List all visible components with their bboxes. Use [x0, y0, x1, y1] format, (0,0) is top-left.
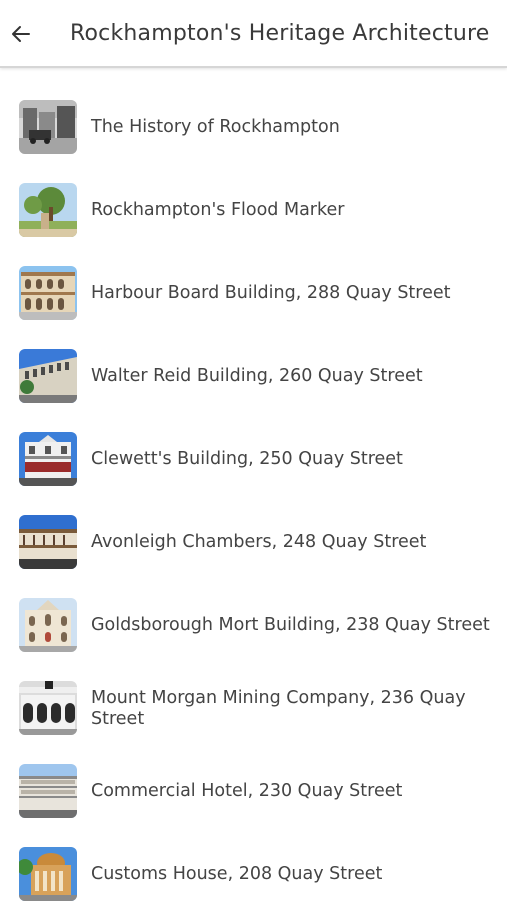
thumbnail-image	[19, 349, 77, 403]
list-item[interactable]: Rockhampton's Flood Marker	[0, 169, 507, 252]
list-item-label: Mount Morgan Mining Company, 236 Quay St…	[91, 687, 466, 729]
list-item[interactable]: Avonleigh Chambers, 248 Quay Street	[0, 501, 507, 584]
thumbnail-image	[19, 598, 77, 652]
thumbnail-image	[19, 266, 77, 320]
page-title: Rockhampton's Heritage Architecture	[70, 21, 490, 46]
list-item[interactable]: Goldsborough Mort Building, 238 Quay Str…	[0, 584, 507, 667]
app-bar: Rockhampton's Heritage Architecture	[0, 0, 507, 68]
heritage-list: The History of Rockhampton Rockhampton's…	[0, 86, 507, 916]
thumbnail-image	[19, 681, 77, 735]
list-item[interactable]: Mount Morgan Mining Company, 236 Quay St…	[0, 667, 507, 750]
list-item-label: Commercial Hotel, 230 Quay Street	[91, 781, 403, 801]
thumbnail-image	[19, 847, 77, 901]
list-item-label: Clewett's Building, 250 Quay Street	[91, 449, 403, 469]
list-item-label: Goldsborough Mort Building, 238 Quay Str…	[91, 615, 490, 635]
arrow-left-icon	[12, 26, 30, 42]
thumbnail-image	[19, 100, 77, 154]
list-item[interactable]: Customs House, 208 Quay Street	[0, 833, 507, 916]
thumbnail-image	[19, 515, 77, 569]
list-item-label: Walter Reid Building, 260 Quay Street	[91, 366, 423, 386]
list-item-label: Rockhampton's Flood Marker	[91, 200, 345, 220]
list-item-label: Avonleigh Chambers, 248 Quay Street	[91, 532, 427, 552]
list-item-label: Customs House, 208 Quay Street	[91, 864, 383, 884]
list-item[interactable]: Walter Reid Building, 260 Quay Street	[0, 335, 507, 418]
thumbnail-image	[19, 432, 77, 486]
list-item-label: Harbour Board Building, 288 Quay Street	[91, 283, 451, 303]
list-item[interactable]: The History of Rockhampton	[0, 86, 507, 169]
back-button[interactable]	[6, 16, 36, 52]
thumbnail-image	[19, 764, 77, 818]
thumbnail-image	[19, 183, 77, 237]
list-item-label: The History of Rockhampton	[91, 117, 340, 137]
list-item[interactable]: Commercial Hotel, 230 Quay Street	[0, 750, 507, 833]
list-item[interactable]: Harbour Board Building, 288 Quay Street	[0, 252, 507, 335]
list-item[interactable]: Clewett's Building, 250 Quay Street	[0, 418, 507, 501]
